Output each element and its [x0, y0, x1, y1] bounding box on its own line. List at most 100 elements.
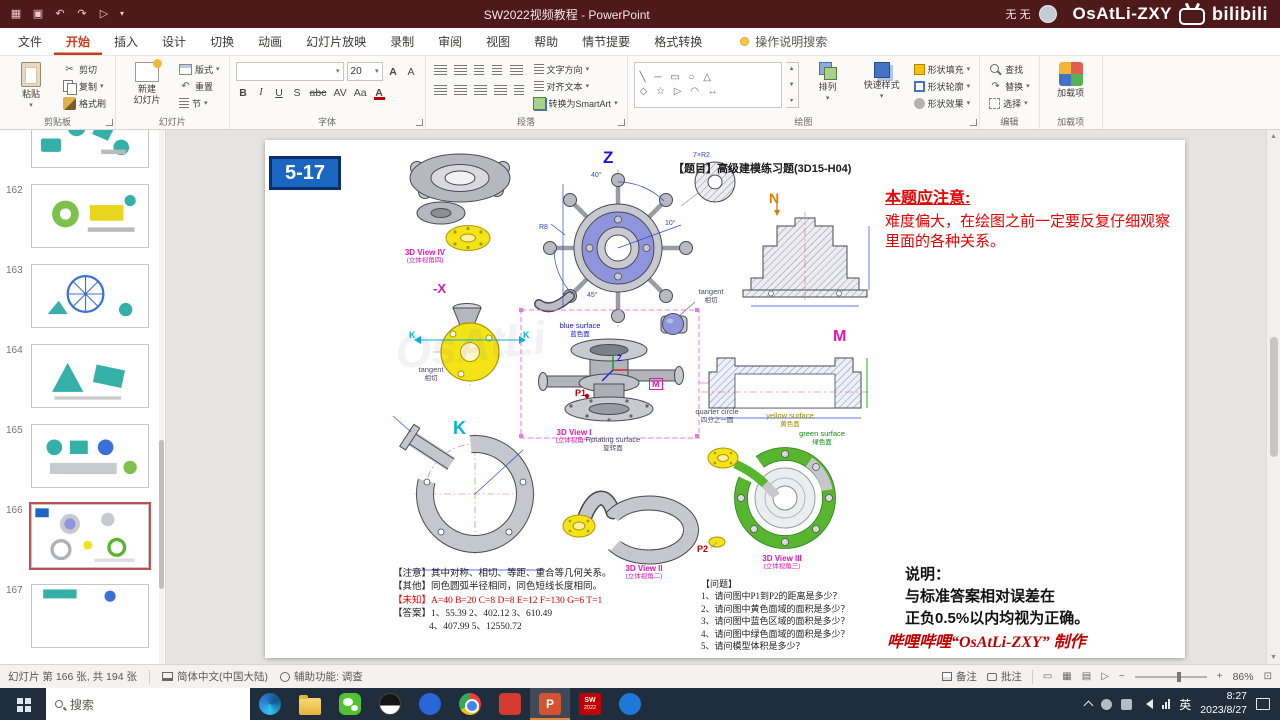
start-slideshow-icon[interactable]: ▷ — [94, 4, 114, 24]
quick-styles-button[interactable]: 快速样式 ▾ — [857, 59, 907, 100]
addins-button[interactable]: 加载项 — [1046, 59, 1096, 99]
zoom-slider-thumb[interactable] — [1176, 671, 1181, 682]
undo-icon[interactable]: ↶ — [50, 4, 70, 24]
font-name-combobox[interactable]: ▾ — [235, 62, 344, 81]
dialog-launcher-icon[interactable] — [970, 119, 978, 126]
convert-smartart-button[interactable]: 转换为SmartArt ▾ — [531, 96, 621, 111]
account-name[interactable]: 无 无 — [1005, 6, 1030, 22]
network-icon[interactable] — [1162, 699, 1171, 709]
tell-me-search[interactable]: 操作说明搜索 — [740, 28, 827, 55]
slide-thumbnail[interactable] — [29, 502, 151, 570]
slide-thumbnail[interactable] — [31, 264, 149, 328]
bullets-button[interactable] — [432, 62, 449, 79]
align-left-button[interactable] — [432, 82, 449, 99]
dialog-launcher-icon[interactable] — [106, 119, 114, 126]
decrease-indent-button[interactable] — [472, 62, 487, 79]
reading-view-button[interactable]: ▤ — [1082, 671, 1091, 682]
save-icon[interactable]: ▣ — [28, 4, 48, 24]
scroll-down-icon[interactable]: ▼ — [789, 82, 795, 88]
scrollbar-thumb[interactable] — [1269, 337, 1278, 457]
slide-thumbnail[interactable] — [31, 344, 149, 408]
normal-view-button[interactable]: ▭ — [1043, 671, 1052, 682]
redo-icon[interactable]: ↷ — [72, 4, 92, 24]
notes-toggle[interactable]: 备注 — [941, 669, 977, 684]
slide-canvas[interactable]: OsAtLi 5-17 【题目】高级建模练习题(3D15-H04) 本题应注意:… — [166, 130, 1280, 664]
tab-format-convert[interactable]: 格式转换 — [642, 28, 714, 55]
thumbnail-scrollbar[interactable] — [159, 130, 164, 664]
slide-counter[interactable]: 幻灯片 第 166 张, 共 194 张 — [8, 669, 137, 684]
taskbar-clock[interactable]: 8:27 2023/8/27 — [1200, 690, 1247, 717]
apps-grid-icon[interactable]: ▦ — [6, 4, 26, 24]
tab-review[interactable]: 审阅 — [426, 28, 474, 55]
taskbar-browser[interactable] — [610, 688, 650, 720]
accessibility-status[interactable]: 辅助功能: 调查 — [279, 669, 363, 684]
tab-record[interactable]: 录制 — [378, 28, 426, 55]
new-slide-button[interactable]: 新建 幻灯片 — [122, 59, 172, 106]
n-section-view[interactable] — [742, 202, 870, 307]
copy-button[interactable]: 复制 ▾ — [60, 79, 109, 95]
tab-animations[interactable]: 动画 — [246, 28, 294, 55]
c-pipe-drawing[interactable] — [392, 415, 545, 571]
green-part-3d-view3[interactable] — [707, 447, 836, 549]
underline-button[interactable]: U — [272, 84, 287, 101]
dialog-launcher-icon[interactable] — [415, 119, 423, 126]
tab-slideshow[interactable]: 幻灯片放映 — [294, 28, 378, 55]
character-spacing-button[interactable]: AV — [331, 84, 348, 101]
flange-assembly-3d[interactable] — [409, 153, 511, 251]
tray-icon-2[interactable] — [1121, 698, 1133, 710]
zoom-out-button[interactable]: − — [1119, 671, 1125, 682]
zoom-slider[interactable] — [1134, 671, 1207, 682]
thumbnail-item-164[interactable]: 164 — [0, 336, 165, 416]
questions-textbox[interactable]: 【问题】 1、请问图中P1到P2的距离是多少？ 2、请问图中黄色面域的面积是多少… — [701, 578, 850, 652]
zoom-in-button[interactable]: + — [1217, 671, 1223, 682]
shadow-button[interactable]: S — [290, 84, 305, 101]
layout-button[interactable]: 版式 ▾ — [176, 62, 223, 77]
pipe-part-3d-view2[interactable] — [562, 490, 699, 565]
thumbnail-item-161[interactable]: 161 — [0, 130, 165, 176]
tab-insert[interactable]: 插入 — [102, 28, 150, 55]
scrollbar-thumb[interactable] — [159, 439, 164, 590]
scroll-up-icon[interactable]: ▲ — [1270, 133, 1277, 140]
slide-thumbnail[interactable] — [31, 424, 149, 488]
thumbnail-item-163[interactable]: 163 — [0, 256, 165, 336]
tab-view[interactable]: 视图 — [474, 28, 522, 55]
format-painter-button[interactable]: 格式刷 — [60, 96, 109, 111]
shape-outline-button[interactable]: 形状轮廓 ▾ — [911, 79, 974, 94]
find-button[interactable]: 查找 — [986, 62, 1033, 77]
notes-textbox[interactable]: 【注意】其中对称、相切、等距、重合等几何关系。 【其他】同色圆弧半径相同，同色短… — [393, 568, 612, 634]
slide-thumbnail[interactable] — [31, 584, 149, 648]
qat-dropdown-icon[interactable]: ▾ — [116, 4, 128, 24]
increase-indent-button[interactable] — [490, 62, 505, 79]
tab-storyboard[interactable]: 情节提要 — [570, 28, 642, 55]
bold-button[interactable]: B — [236, 84, 251, 101]
tab-help[interactable]: 帮助 — [522, 28, 570, 55]
thumbnail-item-162[interactable]: 162 — [0, 176, 165, 256]
fit-to-window-button[interactable]: ⊡ — [1264, 671, 1272, 682]
zoom-level[interactable]: 86% — [1233, 671, 1254, 683]
scroll-down-icon[interactable]: ▼ — [1270, 654, 1277, 661]
justify-button[interactable] — [492, 82, 509, 99]
font-size-combobox[interactable]: 20 ▾ — [346, 62, 383, 81]
thumbnail-item-166-selected[interactable]: 166 — [0, 496, 165, 576]
taskbar-qq[interactable] — [370, 688, 410, 720]
slideshow-view-button[interactable]: ▷ — [1101, 671, 1109, 682]
avatar[interactable] — [1038, 5, 1057, 23]
shape-effects-button[interactable]: 形状效果 ▾ — [911, 96, 974, 111]
tray-icon-1[interactable] — [1101, 698, 1113, 710]
tab-transitions[interactable]: 切换 — [198, 28, 246, 55]
align-center-button[interactable] — [452, 82, 469, 99]
taskbar-solidworks[interactable]: SW 2022 — [570, 688, 610, 720]
exercise-title[interactable]: 【题目】高级建模练习题(3D15-H04) — [673, 160, 851, 176]
shrink-font-button[interactable]: A — [404, 63, 419, 80]
font-color-button[interactable]: A — [372, 84, 387, 101]
text-direction-button[interactable]: 文字方向 ▾ — [531, 62, 621, 77]
taskbar-powerpoint-active[interactable]: P — [530, 688, 570, 720]
taskbar-chrome[interactable] — [450, 688, 490, 720]
language-status[interactable]: 简体中文(中国大陆) — [161, 669, 268, 684]
italic-button[interactable]: I — [254, 84, 269, 101]
select-button[interactable]: 选择 ▾ — [986, 96, 1033, 111]
change-case-button[interactable]: Aa — [352, 84, 369, 101]
shape-gallery-scroll[interactable]: ▲ ▼ ▾ — [785, 62, 799, 108]
action-center-icon[interactable] — [1256, 698, 1270, 710]
taskbar-capture-tool[interactable] — [490, 688, 530, 720]
